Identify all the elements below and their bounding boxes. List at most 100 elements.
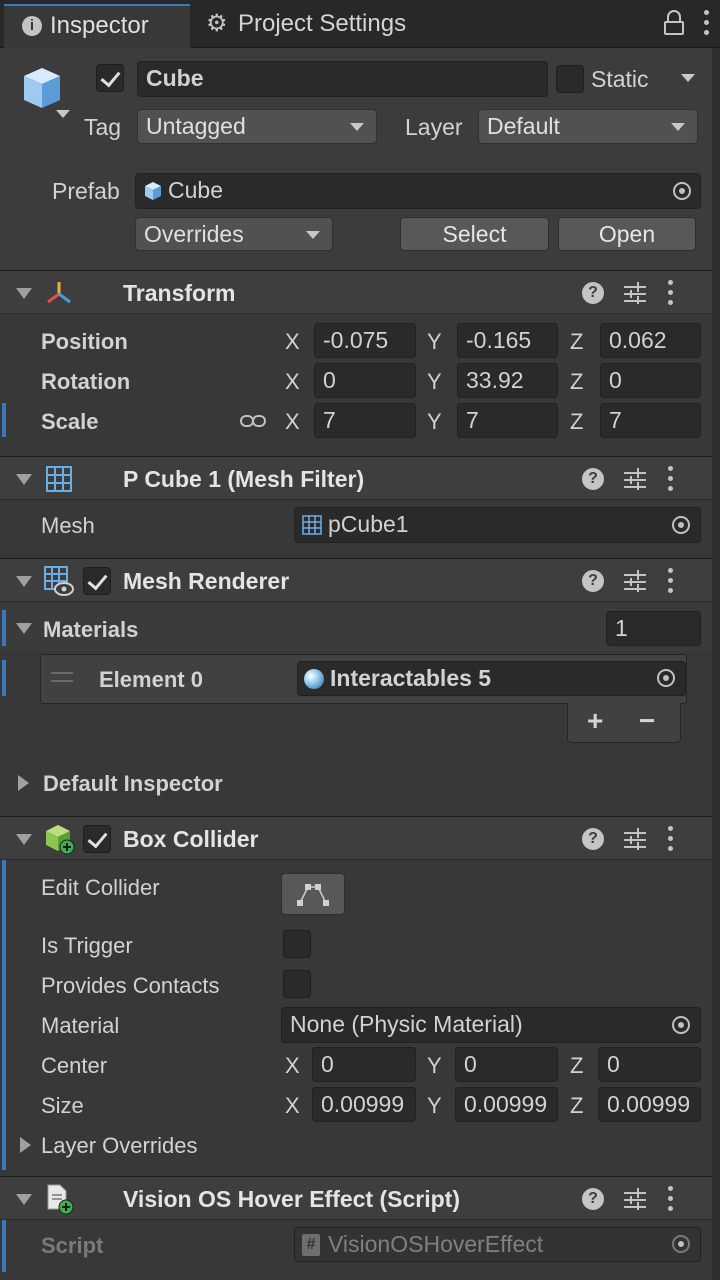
box-collider-enabled-checkbox[interactable] — [83, 825, 111, 853]
mesh-filter-header[interactable]: P Cube 1 (Mesh Filter) ? — [0, 456, 712, 500]
presets-icon[interactable] — [624, 468, 646, 490]
size-z-field[interactable]: 0.00999 — [598, 1087, 701, 1122]
modified-indicator — [2, 610, 6, 646]
center-x-field[interactable]: 0 — [312, 1047, 416, 1082]
provides-contacts-checkbox[interactable] — [283, 970, 311, 998]
script-field: VisionOSHoverEffect — [294, 1227, 701, 1262]
tag-value: Untagged — [146, 113, 246, 139]
overrides-dropdown[interactable]: Overrides — [135, 217, 333, 251]
tab-inspector[interactable]: i Inspector — [4, 4, 190, 48]
scale-label: Scale — [41, 409, 99, 434]
mesh-field[interactable]: pCube1 — [294, 507, 701, 543]
object-name-field[interactable]: Cube — [137, 61, 548, 97]
select-button[interactable]: Select — [400, 217, 549, 251]
size-label: Size — [41, 1093, 84, 1118]
rotation-x-field[interactable]: 0 — [314, 363, 416, 398]
presets-icon[interactable] — [624, 570, 646, 592]
prefab-cube-icon — [143, 181, 163, 201]
provides-contacts-label: Provides Contacts — [41, 973, 220, 998]
more-icon[interactable] — [668, 826, 674, 852]
box-collider-header[interactable]: Box Collider ? — [0, 816, 712, 860]
chevron-down-icon — [306, 231, 320, 239]
tab-menu-icon[interactable] — [704, 10, 710, 36]
prefab-field[interactable]: Cube — [135, 173, 701, 209]
layer-dropdown[interactable]: Default — [478, 109, 698, 144]
physic-material-picker-icon[interactable] — [672, 1016, 690, 1034]
csharp-script-icon: # — [302, 1234, 320, 1256]
element-0-field[interactable]: Interactables 5 — [297, 661, 686, 696]
scale-z-field[interactable]: 7 — [600, 403, 701, 438]
help-icon[interactable]: ? — [582, 282, 604, 304]
prefab-object-picker-icon[interactable] — [673, 182, 691, 200]
presets-icon[interactable] — [624, 828, 646, 850]
edit-collider-button[interactable] — [281, 873, 345, 915]
tab-project-settings[interactable]: ⚙ Project Settings — [196, 4, 446, 48]
remove-element-button[interactable]: − — [639, 705, 655, 737]
scale-y-field[interactable]: 7 — [457, 403, 558, 438]
scrollbar[interactable] — [712, 48, 720, 1280]
mesh-renderer-enabled-checkbox[interactable] — [83, 567, 111, 595]
size-y-field[interactable]: 0.00999 — [455, 1087, 558, 1122]
script-value: VisionOSHoverEffect — [328, 1231, 544, 1257]
axis-z-label: Z — [570, 409, 584, 434]
drag-handle-icon[interactable] — [51, 672, 73, 682]
materials-count-field[interactable]: 1 — [606, 611, 701, 646]
open-button[interactable]: Open — [558, 217, 696, 251]
layer-overrides-label[interactable]: Layer Overrides — [41, 1133, 198, 1159]
transform-icon — [44, 279, 74, 307]
axis-y-label: Y — [427, 329, 442, 354]
position-x-field[interactable]: -0.075 — [314, 323, 416, 358]
presets-icon[interactable] — [624, 282, 646, 304]
lock-icon[interactable] — [664, 10, 684, 36]
hover-effect-header[interactable]: Vision OS Hover Effect (Script) ? — [0, 1176, 712, 1220]
more-icon[interactable] — [668, 1186, 674, 1212]
material-object-picker-icon[interactable] — [657, 669, 675, 687]
static-checkbox[interactable] — [556, 65, 584, 93]
rotation-z-field[interactable]: 0 — [600, 363, 701, 398]
presets-icon[interactable] — [624, 1188, 646, 1210]
overrides-label: Overrides — [144, 221, 244, 247]
foldout-arrow-icon — [16, 1194, 32, 1205]
materials-foldout-icon[interactable] — [16, 623, 32, 634]
gameobject-cube-icon[interactable] — [16, 62, 72, 118]
default-inspector-label[interactable]: Default Inspector — [43, 771, 223, 797]
header-icons: ? — [582, 568, 692, 598]
axis-x-label: X — [285, 1053, 300, 1078]
center-y-field[interactable]: 0 — [455, 1047, 558, 1082]
physic-material-field[interactable]: None (Physic Material) — [281, 1007, 701, 1043]
position-y-field[interactable]: -0.165 — [457, 323, 558, 358]
position-z-field[interactable]: 0.062 — [600, 323, 701, 358]
layer-value: Default — [487, 113, 560, 139]
chevron-down-icon — [671, 123, 685, 131]
axis-z-label: Z — [570, 369, 584, 394]
component-title: Vision OS Hover Effect (Script) — [123, 1186, 460, 1212]
transform-header[interactable]: Transform ? — [0, 270, 712, 314]
add-element-button[interactable]: + — [587, 705, 603, 737]
more-icon[interactable] — [668, 568, 674, 594]
component-title: Box Collider — [123, 826, 259, 852]
help-icon[interactable]: ? — [582, 468, 604, 490]
rotation-y-field[interactable]: 33.92 — [457, 363, 558, 398]
layer-overrides-foldout-icon[interactable] — [20, 1137, 31, 1153]
mesh-renderer-header[interactable]: Mesh Renderer ? — [0, 558, 712, 602]
link-icon[interactable] — [240, 410, 266, 428]
default-inspector-foldout-icon[interactable] — [18, 775, 29, 791]
more-icon[interactable] — [668, 466, 674, 492]
tag-label: Tag — [84, 114, 122, 140]
tag-dropdown[interactable]: Untagged — [137, 109, 377, 144]
more-icon[interactable] — [668, 280, 674, 306]
rotation-label: Rotation — [41, 369, 131, 394]
help-icon[interactable]: ? — [582, 828, 604, 850]
help-icon[interactable]: ? — [582, 570, 604, 592]
is-trigger-checkbox[interactable] — [283, 930, 311, 958]
element-0-value: Interactables 5 — [330, 665, 492, 691]
edit-bounds-icon — [297, 884, 329, 906]
scale-x-field[interactable]: 7 — [314, 403, 416, 438]
object-active-checkbox[interactable] — [96, 64, 124, 92]
mesh-object-picker-icon[interactable] — [672, 516, 690, 534]
center-z-field[interactable]: 0 — [598, 1047, 701, 1082]
static-dropdown-arrow-icon[interactable] — [681, 74, 695, 82]
help-icon[interactable]: ? — [582, 1188, 604, 1210]
size-x-field[interactable]: 0.00999 — [312, 1087, 416, 1122]
axis-x-label: X — [285, 409, 300, 434]
